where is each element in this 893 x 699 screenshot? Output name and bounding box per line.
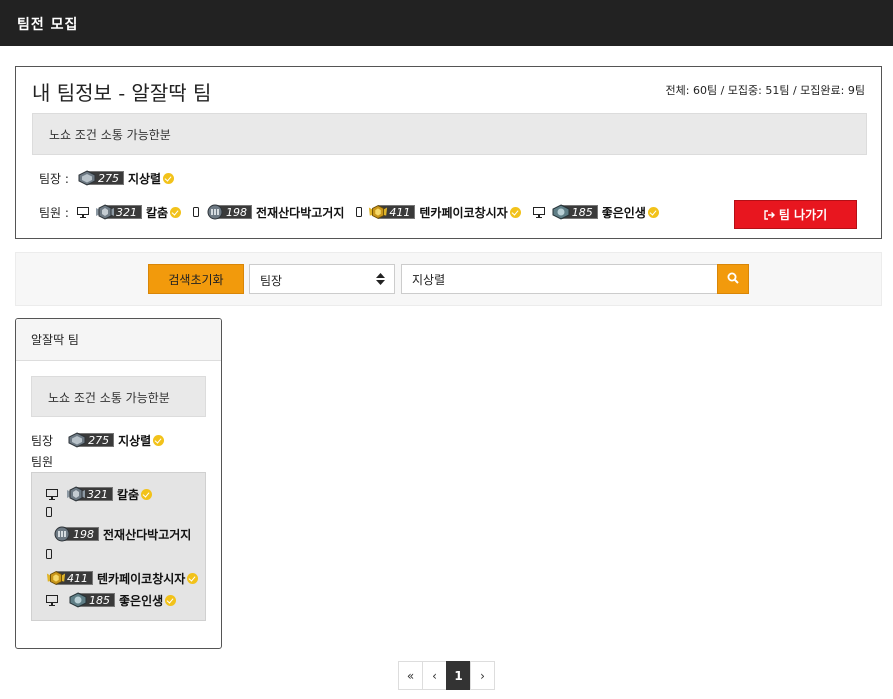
verified-icon <box>141 488 153 500</box>
member-item: 321 칼춤 <box>76 203 182 221</box>
card-members-label: 팀원 <box>31 455 54 469</box>
leader-label: 팀장 : <box>39 171 69 186</box>
monitor-icon <box>532 206 545 218</box>
leader-name[interactable]: 지상렬 <box>128 170 161 187</box>
level-badge: 185 <box>551 203 598 221</box>
level-badge: 275 <box>77 169 124 187</box>
list-item <box>46 507 52 517</box>
level-badge: 411 <box>368 203 416 221</box>
member-name[interactable]: 전재산다박고거지 <box>103 526 191 543</box>
leader-name[interactable]: 지상렬 <box>118 432 151 449</box>
next-page-button[interactable]: › <box>470 661 495 690</box>
list-item: 411 텐카페이코창시자 <box>46 569 199 587</box>
my-team-panel: 내 팀정보 - 알잘딱 팀 전체: 60팀 / 모집중: 51팀 / 모집완료:… <box>15 66 882 239</box>
list-item: 185 좋은인생 <box>46 591 177 609</box>
first-page-button[interactable]: « <box>398 661 423 690</box>
search-type-value: 팀장 <box>260 274 283 288</box>
search-bar: 검색초기화 팀장 <box>15 252 882 306</box>
rank-emblem-icon <box>66 485 86 503</box>
gold-rank-emblem-icon <box>368 203 388 221</box>
verified-icon <box>647 206 659 218</box>
level-badge: 185 <box>68 591 115 609</box>
member-name[interactable]: 좋은인생 <box>602 204 646 221</box>
verified-icon <box>509 206 521 218</box>
verified-icon <box>153 434 165 446</box>
monitor-icon <box>76 206 89 218</box>
monitor-icon <box>46 488 58 500</box>
rank-emblem-icon <box>52 525 72 543</box>
phone-icon <box>356 207 363 217</box>
member-name[interactable]: 텐카페이코창시자 <box>419 204 507 221</box>
list-item: 321 칼춤 <box>46 485 153 503</box>
verified-icon <box>165 594 177 606</box>
leader-row: 팀장 : 275 지상렬 <box>39 169 175 187</box>
member-name[interactable]: 칼춤 <box>117 486 139 503</box>
reset-search-button[interactable]: 검색초기화 <box>148 264 244 294</box>
level-badge: 198 <box>52 525 99 543</box>
list-item <box>46 549 52 559</box>
gold-rank-emblem-icon <box>46 569 66 587</box>
rank-emblem-icon <box>67 431 87 449</box>
team-description: 노쇼 조건 소통 가능한분 <box>32 113 867 155</box>
team-stats: 전체: 60팀 / 모집중: 51팀 / 모집완료: 9팀 <box>665 84 865 97</box>
member-item: 185 좋은인생 <box>532 203 659 221</box>
pagination: « ‹ 1 › <box>398 661 495 690</box>
card-member-list: 321 칼춤 198 전재산다박고거지 411 텐카페이코창시자 185 좋은인… <box>31 472 206 621</box>
verified-icon <box>187 572 199 584</box>
leave-team-label: 팀 나가기 <box>778 208 828 222</box>
top-nav-bar: 팀전 모집 <box>0 0 893 46</box>
level-badge: 275 <box>67 431 115 449</box>
level-badge: 321 <box>95 203 142 221</box>
leave-team-button[interactable]: 팀 나가기 <box>734 200 857 229</box>
search-input[interactable] <box>401 264 718 294</box>
prev-page-button[interactable]: ‹ <box>422 661 447 690</box>
verified-icon <box>170 206 182 218</box>
list-item: 198 전재산다박고거지 <box>52 525 191 543</box>
sort-arrows-icon <box>376 273 385 288</box>
sign-out-icon <box>764 209 775 220</box>
member-item: 198 전재산다박고거지 <box>193 203 344 221</box>
member-name[interactable]: 좋은인생 <box>119 592 163 609</box>
my-team-heading: 내 팀정보 - 알잘딱 팀 <box>32 81 212 105</box>
team-card-title: 알잘딱 팀 <box>16 319 221 361</box>
card-leader-label: 팀장 <box>31 433 54 448</box>
rank-emblem-icon <box>68 591 88 609</box>
rank-emblem-icon <box>205 203 225 221</box>
phone-icon <box>193 207 200 217</box>
search-type-select[interactable]: 팀장 <box>249 264 395 294</box>
phone-icon <box>46 549 52 559</box>
page-title: 팀전 모집 <box>17 17 79 33</box>
members-label: 팀원 : <box>39 205 69 220</box>
members-row: 팀원 : 321 칼춤 198 전재산다박고거지 411 텐카페이코창시자 18… <box>39 203 671 221</box>
team-card-description: 노쇼 조건 소통 가능한분 <box>31 376 206 417</box>
level-badge: 321 <box>66 485 113 503</box>
member-name[interactable]: 텐카페이코창시자 <box>97 570 185 587</box>
member-item: 411 텐카페이코창시자 <box>356 203 521 221</box>
phone-icon <box>46 507 52 517</box>
member-name[interactable]: 전재산다박고거지 <box>256 204 344 221</box>
page-1-button[interactable]: 1 <box>446 661 471 690</box>
search-icon <box>727 272 739 287</box>
rank-emblem-icon <box>95 203 115 221</box>
monitor-icon <box>46 594 58 606</box>
level-badge: 198 <box>205 203 253 221</box>
team-card[interactable]: 알잘딱 팀 노쇼 조건 소통 가능한분 팀장 275 지상렬 팀원 321 칼춤 <box>15 318 222 649</box>
rank-emblem-icon <box>551 203 571 221</box>
member-name[interactable]: 칼춤 <box>146 204 168 221</box>
card-leader-row: 팀장 275 지상렬 <box>31 431 165 449</box>
level-badge: 411 <box>46 569 93 587</box>
rank-emblem-icon <box>77 169 97 187</box>
search-button[interactable] <box>717 264 749 294</box>
verified-icon <box>163 172 175 184</box>
